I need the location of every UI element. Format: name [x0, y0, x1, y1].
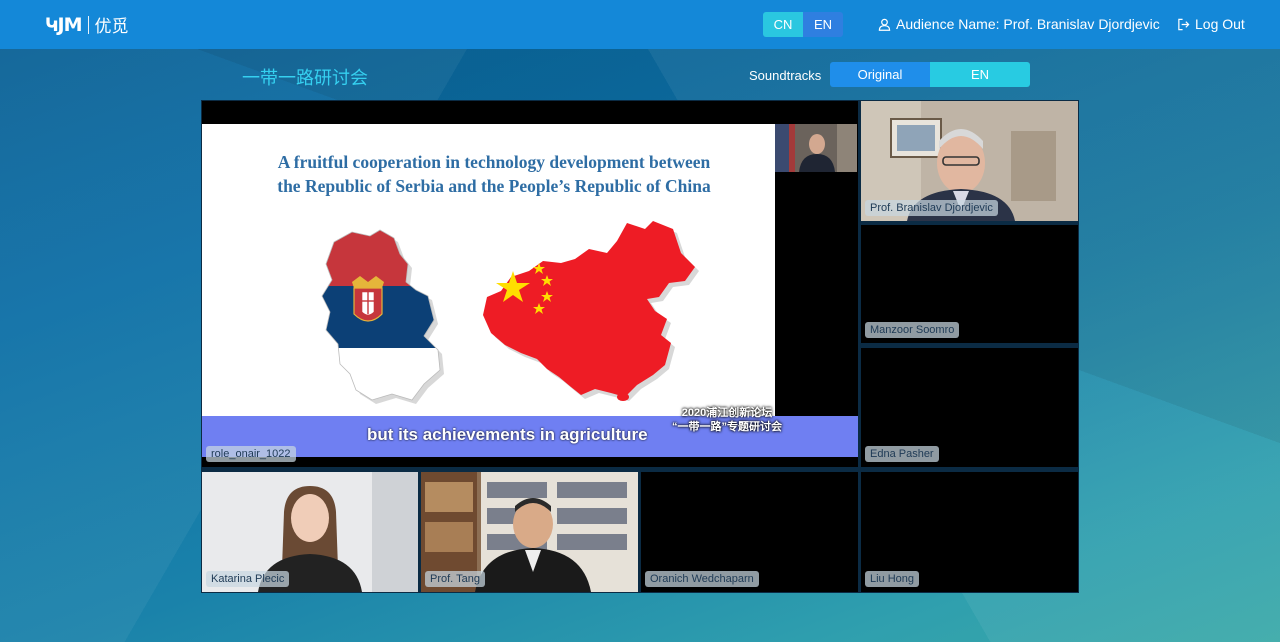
lang-en-button[interactable]: EN [803, 12, 843, 37]
app-logo[interactable]: ԿJM 优觅 [45, 12, 129, 37]
lang-cn-button[interactable]: CN [763, 12, 803, 37]
forum-watermark: 2020浦江创新论坛 “一带一路”专题研讨会 [672, 406, 782, 434]
slide-title-line-1: A fruitful cooperation in technology dev… [277, 152, 711, 172]
participant-name-tag: Manzoor Soomro [865, 322, 960, 338]
slide-title-line-2: the Republic of Serbia and the People’s … [277, 176, 711, 196]
language-toggle: CN EN [763, 12, 843, 37]
logo-text: 优觅 [94, 17, 129, 36]
soundtrack-en-button[interactable]: EN [930, 62, 1030, 87]
participant-name-tag: Katarina Plecic [206, 571, 290, 587]
main-stream-name-tag: role_onair_1022 [206, 446, 296, 462]
subtitle-text: but its achievements in agriculture [367, 425, 648, 444]
forum-line-1: 2020浦江创新论坛 [681, 407, 773, 419]
presentation-slide: A fruitful cooperation in technology dev… [202, 124, 775, 416]
speaker-pip-video [775, 124, 857, 172]
participant-name-tag: Liu Hong [865, 571, 920, 587]
speaker-pip-person [775, 124, 857, 172]
subtitle-bar: 2020浦江创新论坛 “一带一路”专题研讨会 but its achieveme… [202, 407, 858, 457]
serbia-map-image [321, 229, 444, 404]
participant-tile-soomro[interactable]: Manzoor Soomro [861, 225, 1078, 343]
participant-tile-djordjevic[interactable]: Prof. Branislav Djordjevic [861, 101, 1078, 221]
participant-name-tag: Edna Pasher [865, 446, 939, 462]
soundtrack-toggle: Original EN [830, 62, 1030, 87]
participant-tile-plecic[interactable]: Katarina Plecic [202, 472, 418, 592]
soundtrack-original-button[interactable]: Original [830, 62, 930, 87]
participant-tile-tang[interactable]: Prof. Tang [421, 472, 638, 592]
participant-name-tag: Prof. Tang [425, 571, 485, 587]
soundtracks-label: Soundtracks [749, 68, 822, 83]
audience-name-label: Audience Name: Prof. Branislav Djordjevi… [896, 16, 1160, 32]
china-map-image [483, 221, 699, 401]
logo-mark: ԿJM [45, 13, 83, 36]
slide-title: A fruitful cooperation in technology dev… [224, 150, 764, 198]
serbia-coat-of-arms [352, 276, 384, 322]
logout-icon [1178, 18, 1190, 30]
participant-tile-pasher[interactable]: Edna Pasher [861, 348, 1078, 467]
logout-label: Log Out [1195, 16, 1245, 32]
logout-button[interactable]: Log Out [1177, 16, 1245, 32]
participant-name-tag: Prof. Branislav Djordjevic [865, 200, 998, 216]
participant-name-tag: Oranich Wedchaparn [645, 571, 759, 587]
participant-tile-liu-hong[interactable]: Liu Hong [861, 472, 1078, 592]
forum-line-2: “一带一路”专题研讨会 [672, 421, 782, 433]
top-bar: ԿJM 优觅 CN EN Audience Name: Prof. Branis… [0, 0, 1280, 49]
participant-tile-wedchaparn[interactable]: Oranich Wedchaparn [641, 472, 858, 592]
room-title: 一带一路研讨会 [242, 68, 368, 88]
main-stream-tile[interactable]: A fruitful cooperation in technology dev… [202, 101, 858, 467]
user-icon [878, 18, 891, 31]
hainan-island [617, 393, 629, 401]
video-grid: A fruitful cooperation in technology dev… [201, 100, 1079, 593]
logo-divider [87, 15, 89, 34]
audience-name: Audience Name: Prof. Branislav Djordjevi… [878, 16, 1160, 32]
